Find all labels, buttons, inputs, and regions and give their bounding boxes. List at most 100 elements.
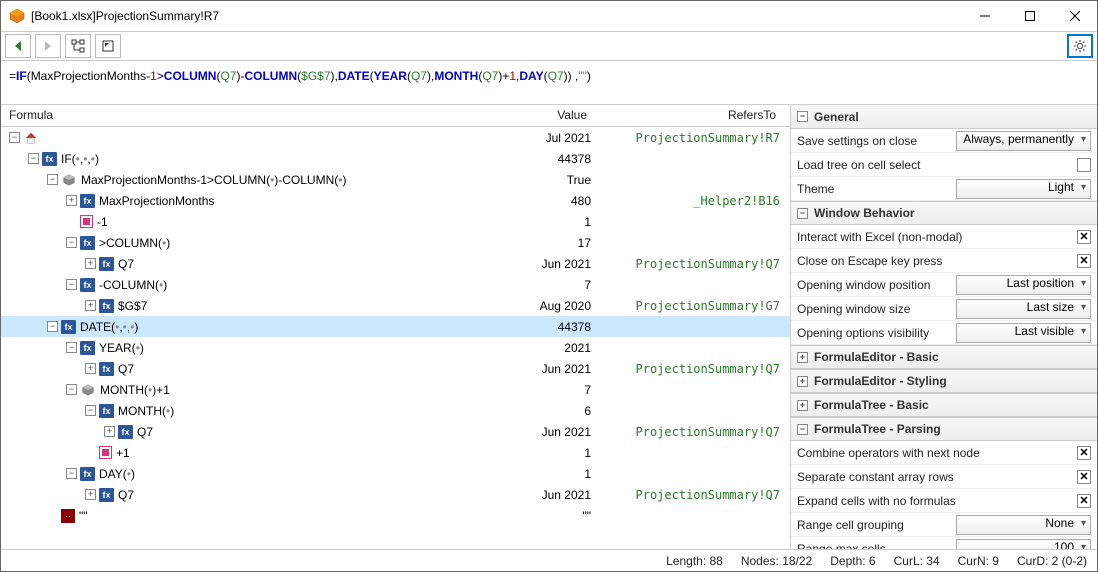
tree-row[interactable]: +fx$G$7Aug 2020ProjectionSummary!G7 [1,295,790,316]
status-curn: CurN: 9 [958,554,999,568]
collapse-icon[interactable]: − [66,342,77,353]
collapse-icon[interactable]: − [66,237,77,248]
close-button[interactable] [1052,1,1097,31]
tree-row[interactable]: ··"""" [1,505,790,526]
col-value[interactable]: Value [400,105,595,126]
setting-row: Save settings on closeAlways, permanentl… [791,129,1097,153]
tree-row[interactable]: −MONTH(•)+17 [1,379,790,400]
section-header[interactable]: −General [791,105,1097,129]
collapse-icon[interactable]: − [66,279,77,290]
tree-row[interactable]: − MaxProjectionMonths-1>COLUMN(•)-COLUMN(… [1,169,790,190]
expand-button[interactable] [95,34,121,58]
section-header[interactable]: + FormulaEditor - Styling [791,369,1097,393]
collapse-icon[interactable]: − [797,208,808,219]
node-value: 44378 [400,152,595,166]
tree-row[interactable]: −fxYEAR(•)2021 [1,337,790,358]
section-header[interactable]: −FormulaTree - Parsing [791,417,1097,441]
setting-row: Opening options visibilityLast visible [791,321,1097,345]
node-refers: ProjectionSummary!G7 [595,299,790,313]
col-refers[interactable]: RefersTo [595,105,790,126]
node-refers: _Helper2!B16 [595,194,790,208]
collapse-icon[interactable]: − [47,321,58,332]
dropdown[interactable]: Last position [956,275,1091,295]
home-icon [23,130,39,146]
section-title: FormulaEditor - Styling [814,374,947,388]
tree-row[interactable]: +fxQ7Jun 2021ProjectionSummary!Q7 [1,358,790,379]
tree-header: Formula Value RefersTo [1,105,790,127]
tree-row[interactable]: −fxIF(•,•,•)44378 [1,148,790,169]
toolbar [1,31,1097,61]
tree-row[interactable]: −fx-COLUMN(•)7 [1,274,790,295]
setting-row: Load tree on cell select [791,153,1097,177]
tree-row[interactable]: +fxQ7Jun 2021ProjectionSummary!Q7 [1,484,790,505]
settings-panel[interactable]: −GeneralSave settings on closeAlways, pe… [791,105,1097,549]
tree-mode-button[interactable] [65,34,91,58]
section-header[interactable]: +FormulaTree - Basic [791,393,1097,417]
fx-icon: fx [99,257,114,271]
collapse-icon[interactable]: − [85,405,96,416]
node-label: -1 [97,215,108,229]
constant-icon [99,446,112,459]
checkbox[interactable] [1077,470,1091,484]
back-button[interactable] [5,34,31,58]
dropdown[interactable]: Always, permanently [956,131,1091,151]
formula-bar[interactable]: =IF(MaxProjectionMonths-1>COLUMN(Q7)-COL… [1,61,1097,105]
setting-label: Range cell grouping [797,518,904,532]
expand-icon[interactable]: + [66,195,77,206]
collapse-icon[interactable]: − [797,424,808,435]
tree-row[interactable]: −fxDATE(•,•,•)44378 [1,316,790,337]
tree-row[interactable]: +11 [1,442,790,463]
collapse-icon[interactable]: − [797,111,808,122]
tree-row[interactable]: −Jul 2021ProjectionSummary!R7 [1,127,790,148]
dropdown[interactable]: Light [956,179,1091,199]
section-title: FormulaEditor - Basic [814,350,939,364]
settings-button[interactable] [1067,34,1093,58]
checkbox[interactable] [1077,158,1091,172]
section-header[interactable]: + FormulaEditor - Basic [791,345,1097,369]
status-curl: CurL: 34 [894,554,940,568]
node-label: MaxProjectionMonths-1>COLUMN(•)-COLUMN(•… [81,173,346,187]
forward-button[interactable] [35,34,61,58]
collapse-icon[interactable]: − [9,132,20,143]
expand-icon[interactable]: + [85,489,96,500]
expand-icon[interactable]: + [797,376,808,387]
collapse-icon[interactable]: − [66,384,77,395]
dropdown[interactable]: Last visible [956,323,1091,343]
cube-icon [80,382,96,398]
expand-icon[interactable]: + [797,400,808,411]
expand-icon[interactable]: + [797,352,808,363]
maximize-button[interactable] [1007,1,1052,31]
tree-row[interactable]: +fxQ7Jun 2021ProjectionSummary!Q7 [1,421,790,442]
checkbox[interactable] [1077,494,1091,508]
col-formula[interactable]: Formula [1,105,400,126]
dropdown[interactable]: 100 [956,539,1091,550]
setting-row: Combine operators with next node [791,441,1097,465]
expand-icon[interactable]: + [85,258,96,269]
tree-row[interactable]: +fxQ7Jun 2021ProjectionSummary!Q7 [1,253,790,274]
minimize-button[interactable] [962,1,1007,31]
expand-icon[interactable]: + [85,300,96,311]
collapse-icon[interactable]: − [66,468,77,479]
setting-row: Interact with Excel (non-modal) [791,225,1097,249]
setting-row: Expand cells with no formulas [791,489,1097,513]
collapse-icon[interactable]: − [47,174,58,185]
fx-icon: fx [99,362,114,376]
tree-row[interactable]: −fxDAY(•)1 [1,463,790,484]
tree-row[interactable]: −fxMONTH(•)6 [1,400,790,421]
section-header[interactable]: −Window Behavior [791,201,1097,225]
checkbox[interactable] [1077,230,1091,244]
node-label: Q7 [118,257,134,271]
tree-row[interactable]: −fx>COLUMN(•)17 [1,232,790,253]
expand-icon[interactable]: + [85,363,96,374]
status-nodes: Nodes: 18/22 [741,554,812,568]
tree-body[interactable]: −Jul 2021ProjectionSummary!R7−fxIF(•,•,•… [1,127,790,549]
node-value: "" [400,509,595,523]
tree-row[interactable]: +fxMaxProjectionMonths480_Helper2!B16 [1,190,790,211]
dropdown[interactable]: Last size [956,299,1091,319]
dropdown[interactable]: None [956,515,1091,535]
collapse-icon[interactable]: − [28,153,39,164]
tree-row[interactable]: -11 [1,211,790,232]
checkbox[interactable] [1077,446,1091,460]
checkbox[interactable] [1077,254,1091,268]
expand-icon[interactable]: + [104,426,115,437]
